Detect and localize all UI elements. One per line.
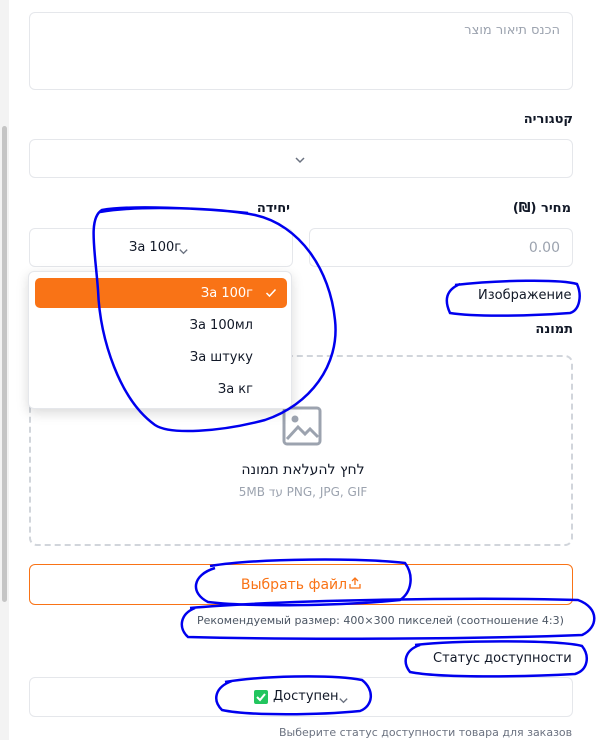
chevron-down-icon — [294, 151, 306, 170]
unit-option-label: За штуку — [189, 349, 253, 365]
price-label: מחיר (₪) — [512, 201, 571, 216]
upload-icon — [349, 576, 361, 593]
unit-selected-value: За 100г — [129, 240, 182, 255]
description-placeholder: הכנס תיאור מוצר — [464, 23, 560, 38]
unit-select[interactable]: За 100г — [29, 228, 293, 267]
image-label: תמונה — [535, 322, 573, 337]
checkmark-icon — [265, 287, 277, 303]
availability-select[interactable]: Доступен — [29, 677, 573, 717]
unit-option-label: За 100г — [200, 285, 253, 301]
unit-option-label: За кг — [217, 381, 253, 397]
category-select[interactable] — [29, 139, 573, 178]
unit-option-piece[interactable]: За штуку — [35, 342, 287, 372]
availability-heading: Статус доступности — [433, 651, 572, 666]
chevron-down-icon — [178, 242, 189, 261]
image-placeholder-icon — [281, 405, 323, 451]
unit-option-kg[interactable]: За кг — [35, 374, 287, 404]
unit-option-100g[interactable]: За 100г — [35, 278, 287, 308]
image-section-heading: Изображение — [478, 288, 572, 303]
price-placeholder: 0.00 — [528, 240, 560, 256]
unit-label: יחידה — [256, 201, 290, 216]
unit-option-100ml[interactable]: За 100мл — [35, 310, 287, 340]
availability-hint: Выберите статус доступности товара для з… — [279, 726, 573, 739]
choose-file-label: Выбрать файл — [240, 576, 348, 593]
price-input[interactable]: 0.00 — [309, 228, 573, 267]
recommended-size-hint: Рекомендуемый размер: 400×300 пикселей (… — [197, 614, 564, 627]
availability-value: Доступен — [273, 689, 339, 704]
category-label: קטגוריה — [523, 112, 573, 127]
scrollbar-thumb[interactable] — [2, 126, 7, 602]
unit-option-label: За 100мл — [189, 317, 253, 333]
chevron-down-icon — [338, 691, 349, 710]
upload-prompt: לחץ להעלאת תמונה — [241, 462, 365, 478]
unit-dropdown-menu: За 100г За 100мл За штуку За кг — [28, 271, 292, 409]
description-textarea[interactable]: הכנס תיאור מוצר — [29, 12, 573, 90]
upload-formats: PNG, JPG, GIF עד 5MB — [238, 485, 368, 499]
choose-file-button[interactable]: Выбрать файл — [29, 564, 573, 605]
check-icon — [254, 689, 268, 708]
